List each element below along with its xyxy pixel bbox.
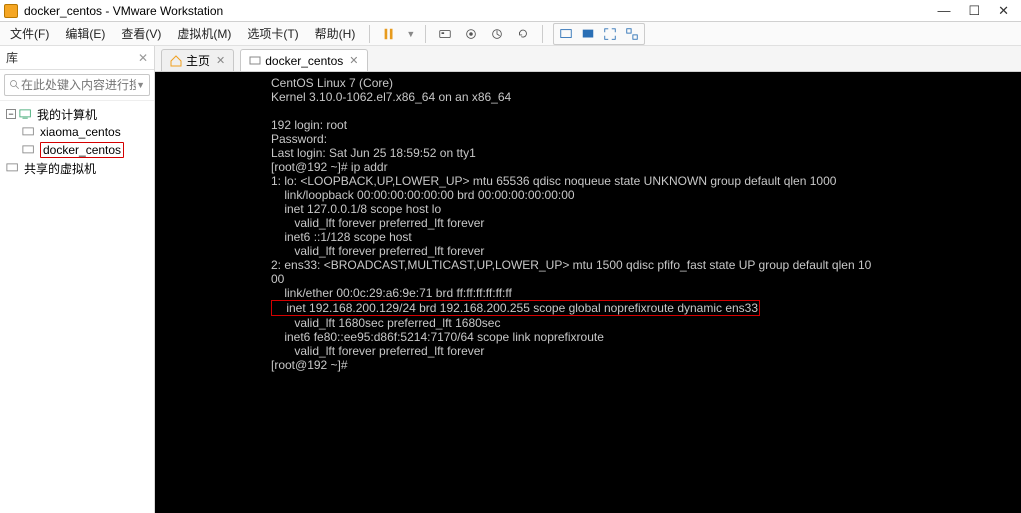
tab-vm-label: docker_centos xyxy=(265,54,343,68)
collapse-icon[interactable]: − xyxy=(6,109,16,119)
pause-button[interactable] xyxy=(380,25,398,43)
tree-item-label: xiaoma_centos xyxy=(40,125,121,139)
dropdown-icon[interactable]: ▼ xyxy=(406,29,415,39)
tab-home[interactable]: 主页 ✕ xyxy=(161,49,234,71)
menu-vm[interactable]: 虚拟机(M) xyxy=(173,25,235,42)
term-line: CentOS Linux 7 (Core) xyxy=(271,76,393,90)
send-cad-icon[interactable] xyxy=(436,25,454,43)
close-window-button[interactable]: ✕ xyxy=(998,3,1009,19)
snapshot-icon[interactable] xyxy=(462,25,480,43)
term-line: [root@192 ~]# ip addr xyxy=(271,160,388,174)
term-line: valid_lft forever preferred_lft forever xyxy=(271,344,484,358)
term-line: Kernel 3.10.0-1062.el7.x86_64 on an x86_… xyxy=(271,90,511,104)
term-line-highlighted-inet: inet 192.168.200.129/24 brd 192.168.200.… xyxy=(271,300,760,316)
term-line: 00 xyxy=(271,272,284,286)
tree-root-label: 我的计算机 xyxy=(37,106,97,123)
revert-icon[interactable] xyxy=(514,25,532,43)
library-sidebar: 库 ✕ ▼ − 我的计算机 xiaoma_centos docker_cento xyxy=(0,46,155,513)
term-line: inet6 ::1/128 scope host xyxy=(271,230,412,244)
tree-item-docker[interactable]: docker_centos xyxy=(2,141,152,159)
sidebar-title: 库 xyxy=(6,49,18,66)
tab-docker-centos[interactable]: docker_centos ✕ xyxy=(240,49,367,71)
term-line: Last login: Sat Jun 25 18:59:52 on tty1 xyxy=(271,146,476,160)
tree-item-xiaoma[interactable]: xiaoma_centos xyxy=(2,123,152,141)
fit-guest-icon[interactable] xyxy=(557,25,575,43)
term-line: valid_lft forever preferred_lft forever xyxy=(271,216,484,230)
tab-close-icon[interactable]: ✕ xyxy=(349,54,358,67)
sidebar-close-icon[interactable]: ✕ xyxy=(138,51,148,65)
term-line: Password: xyxy=(271,132,327,146)
tabs-row: 主页 ✕ docker_centos ✕ xyxy=(155,46,1021,72)
tab-close-icon[interactable]: ✕ xyxy=(216,54,225,67)
menu-view[interactable]: 查看(V) xyxy=(117,25,165,42)
term-line: inet6 fe80::ee95:d86f:5214:7170/64 scope… xyxy=(271,330,604,344)
menu-bar: 文件(F) 编辑(E) 查看(V) 虚拟机(M) 选项卡(T) 帮助(H) ▼ xyxy=(0,22,1021,46)
shared-icon xyxy=(6,162,20,174)
computer-icon xyxy=(19,108,33,120)
app-icon xyxy=(4,4,18,18)
term-line: valid_lft 1680sec preferred_lft 1680sec xyxy=(271,316,500,330)
search-dropdown-icon[interactable]: ▼ xyxy=(136,80,145,90)
vm-console-terminal[interactable]: CentOS Linux 7 (Core) Kernel 3.10.0-1062… xyxy=(155,72,1021,513)
sidebar-search: ▼ xyxy=(0,70,154,101)
tree-shared-vms[interactable]: 共享的虚拟机 xyxy=(2,159,152,177)
term-line: 192 login: root xyxy=(271,118,347,132)
library-tree: − 我的计算机 xiaoma_centos docker_centos 共享的虚… xyxy=(0,101,154,181)
term-line: link/ether 00:0c:29:a6:9e:71 brd ff:ff:f… xyxy=(271,286,512,300)
content-area: 主页 ✕ docker_centos ✕ CentOS Linux 7 (Cor… xyxy=(155,46,1021,513)
search-input[interactable] xyxy=(21,78,136,92)
window-title: docker_centos - VMware Workstation xyxy=(24,4,223,18)
term-line: inet 127.0.0.1/8 scope host lo xyxy=(271,202,441,216)
workspace: 库 ✕ ▼ − 我的计算机 xiaoma_centos docker_cento xyxy=(0,46,1021,513)
term-line: 1: lo: <LOOPBACK,UP,LOWER_UP> mtu 65536 … xyxy=(271,174,836,188)
window-controls: — ☐ ✕ xyxy=(937,3,1017,19)
console-view-icon[interactable] xyxy=(579,25,597,43)
separator xyxy=(542,25,543,43)
maximize-button[interactable]: ☐ xyxy=(968,3,980,19)
menu-file[interactable]: 文件(F) xyxy=(6,25,53,42)
tab-home-label: 主页 xyxy=(186,52,210,69)
tree-root-mycomputer[interactable]: − 我的计算机 xyxy=(2,105,152,123)
separator xyxy=(425,25,426,43)
home-icon xyxy=(170,55,182,67)
snapshot-manager-icon[interactable] xyxy=(488,25,506,43)
term-line: valid_lft forever preferred_lft forever xyxy=(271,244,484,258)
minimize-button[interactable]: — xyxy=(937,3,950,19)
vm-icon xyxy=(22,126,36,138)
term-line: [root@192 ~]# xyxy=(271,358,348,372)
menu-edit[interactable]: 编辑(E) xyxy=(61,25,109,42)
search-icon xyxy=(9,79,21,91)
term-line: 2: ens33: <BROADCAST,MULTICAST,UP,LOWER_… xyxy=(271,258,871,272)
term-line: link/loopback 00:00:00:00:00:00 brd 00:0… xyxy=(271,188,575,202)
tree-item-label: docker_centos xyxy=(40,142,124,158)
tree-shared-label: 共享的虚拟机 xyxy=(24,160,96,177)
sidebar-header: 库 ✕ xyxy=(0,46,154,70)
title-bar: docker_centos - VMware Workstation — ☐ ✕ xyxy=(0,0,1021,22)
separator xyxy=(369,25,370,43)
vm-tab-icon xyxy=(249,55,261,67)
unity-icon[interactable] xyxy=(623,25,641,43)
fullscreen-icon[interactable] xyxy=(601,25,619,43)
menu-tabs[interactable]: 选项卡(T) xyxy=(243,25,302,42)
vm-icon xyxy=(22,144,36,156)
search-box[interactable]: ▼ xyxy=(4,74,150,96)
menu-help[interactable]: 帮助(H) xyxy=(311,25,360,42)
view-mode-group xyxy=(553,23,645,45)
